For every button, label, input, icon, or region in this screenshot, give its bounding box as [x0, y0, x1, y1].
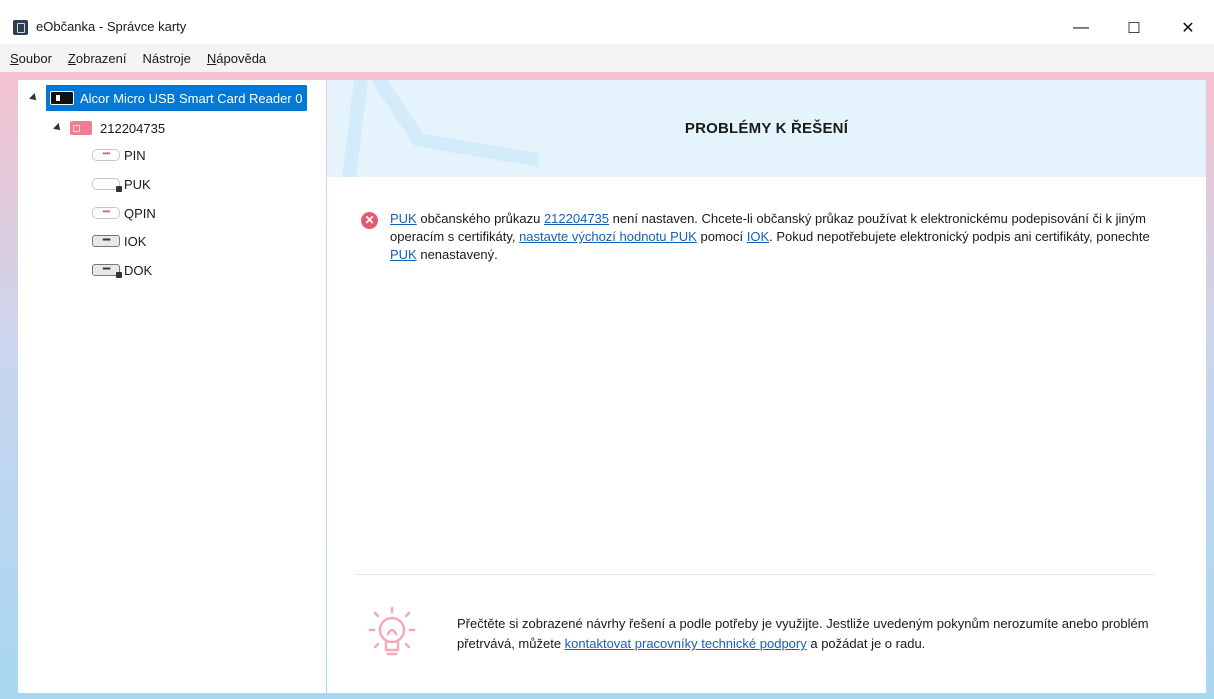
card-tree: Alcor Micro USB Smart Card Reader 0 2122… [18, 80, 326, 693]
iok-link[interactable]: IOK [747, 229, 769, 244]
problems-panel: PROBLÉMY K ŘEŠENÍ ✕ PUK občanského průka… [327, 80, 1206, 693]
hint-text: Přečtěte si zobrazené návrhy řešení a po… [457, 616, 1149, 651]
menu-napoveda[interactable]: Nápověda [207, 51, 266, 66]
panel-header: PROBLÉMY K ŘEŠENÍ [327, 80, 1206, 177]
puk-link[interactable]: PUK [390, 211, 417, 226]
page-title: PROBLÉMY K ŘEŠENÍ [684, 120, 849, 137]
problem-item: ✕ PUK občanského průkazu 212204735 není … [361, 210, 1171, 264]
title-bar: eObčanka - Správce karty — ☐ ✕ [0, 0, 1214, 44]
maximize-button[interactable]: ☐ [1111, 12, 1157, 44]
puk-link-2[interactable]: PUK [390, 247, 417, 262]
tree-item-label: QPIN [124, 205, 156, 221]
expand-icon[interactable] [53, 123, 63, 133]
tree-selection: Alcor Micro USB Smart Card Reader 0 [46, 85, 307, 111]
password-icon: •••• [92, 149, 120, 161]
lightbulb-icon [368, 606, 416, 656]
close-button[interactable]: ✕ [1165, 12, 1211, 44]
card-number-link[interactable]: 212204735 [544, 211, 609, 226]
tree-item-label: IOK [124, 233, 147, 249]
expand-icon[interactable] [29, 93, 39, 103]
tree-item-label: PUK [124, 176, 151, 192]
error-icon: ✕ [361, 212, 378, 229]
problem-text: PUK občanského průkazu 212204735 není na… [390, 211, 1150, 262]
tree-item-puk[interactable]: PUK [92, 173, 151, 195]
tree-item-iok[interactable]: ▪▪▪▪ IOK [92, 230, 146, 252]
menu-zobrazeni[interactable]: Zobrazení [68, 51, 127, 66]
app-icon [13, 20, 28, 35]
tree-item-pin[interactable]: •••• PIN [92, 144, 146, 166]
id-card-icon [70, 121, 92, 135]
hint-box: Přečtěte si zobrazené návrhy řešení a po… [357, 598, 1177, 666]
tree-item-label: PIN [124, 147, 146, 163]
tree-item-qpin[interactable]: •••• QPIN [92, 202, 156, 224]
menu-nastroje[interactable]: Nástroje [142, 51, 190, 66]
key-code-icon: ▪▪▪▪ [92, 264, 122, 278]
locked-password-icon [92, 178, 122, 192]
card-label: 212204735 [100, 120, 166, 136]
menu-soubor[interactable]: Soubor [10, 51, 52, 66]
key-code-icon: ▪▪▪▪ [92, 235, 120, 247]
set-default-puk-link[interactable]: nastavte výchozí hodnotu PUK [519, 229, 697, 244]
menu-bar: Soubor Zobrazení Nástroje Nápověda [0, 44, 1214, 72]
minimize-button[interactable]: — [1058, 12, 1104, 44]
reader-label: Alcor Micro USB Smart Card Reader 0 [80, 90, 303, 106]
tree-item-reader[interactable]: Alcor Micro USB Smart Card Reader 0 [29, 85, 307, 111]
divider [355, 574, 1155, 575]
contact-support-link[interactable]: kontaktovat pracovníky technické podpory [565, 636, 807, 651]
window-title: eObčanka - Správce karty [36, 19, 187, 34]
tree-item-label: DOK [124, 262, 153, 278]
tree-item-card[interactable]: 212204735 [53, 117, 166, 139]
tree-item-dok[interactable]: ▪▪▪▪ DOK [92, 259, 152, 281]
password-icon: •••• [92, 207, 120, 219]
card-reader-icon [50, 91, 74, 105]
